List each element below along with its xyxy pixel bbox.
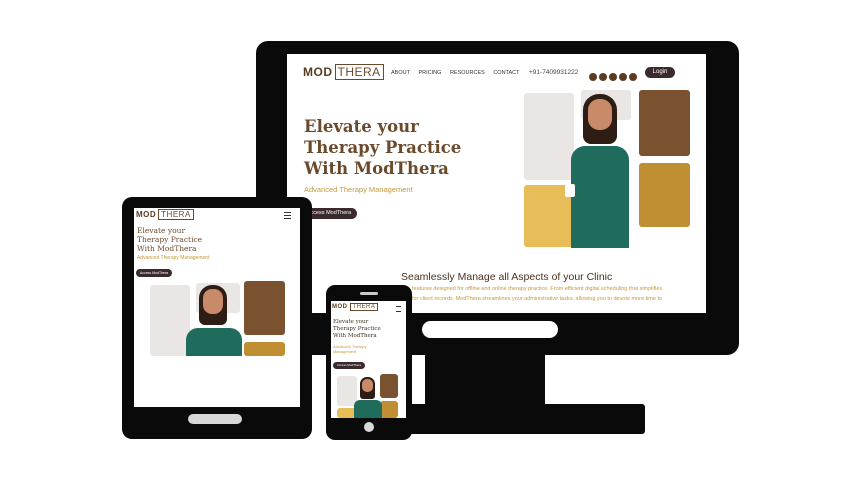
hamburger-menu-icon[interactable]	[284, 212, 291, 219]
nav-resources[interactable]: RESOURCES	[450, 70, 485, 76]
hero-title: Elevate your Therapy Practice With ModTh…	[304, 116, 461, 179]
tablet-access-label: Access ModThera	[139, 271, 169, 275]
phone-access-button[interactable]: Access ModThera	[333, 362, 365, 369]
phone-speaker	[360, 292, 378, 295]
monitor-logo-slot	[422, 321, 558, 338]
logo-mod-text: MOD	[303, 65, 333, 79]
desktop-nav: ABOUT PRICING RESOURCES CONTACT	[391, 70, 527, 76]
social-icons	[587, 68, 637, 86]
phone-hero-subtitle: Advanced Therapy Management	[333, 344, 367, 354]
tablet-hero-subtitle: Advanced Therapy Management	[137, 255, 210, 261]
nav-contact[interactable]: CONTACT	[493, 70, 519, 76]
section-text-line-1: features designed for offline and online…	[412, 286, 663, 292]
tablet-logo-mod: MOD	[136, 210, 157, 219]
therapist-photo	[565, 92, 635, 248]
hero-subtitle: Advanced Therapy Management	[304, 185, 413, 194]
hero-title-line-1: Elevate your	[304, 117, 419, 136]
linkedin-icon[interactable]	[609, 72, 617, 81]
tablet-hero-title-line-1: Elevate your	[137, 226, 186, 235]
tablet-therapist-photo	[184, 284, 246, 356]
phone-hero-title: Elevate your Therapy Practice With ModTh…	[333, 319, 381, 340]
section-heading: Seamlessly Manage all Aspects of your Cl…	[401, 271, 613, 283]
phone-access-label: Access ModThera	[336, 363, 362, 367]
tablet-screen: MOD THERA Elevate your Therapy Practice W…	[134, 208, 300, 407]
instagram-icon[interactable]	[589, 72, 597, 81]
desktop-logo[interactable]: MOD THERA	[303, 64, 384, 80]
tablet-hero-title-line-3: With ModThera	[137, 244, 197, 253]
login-button[interactable]: Login	[645, 67, 675, 78]
tablet-brown-tile	[244, 281, 285, 335]
brown-tile	[639, 90, 690, 156]
phone-hero-title-line-1: Elevate your	[333, 319, 369, 325]
tablet-access-button[interactable]: Access ModThera	[136, 269, 172, 277]
gold-tile-right	[639, 163, 690, 227]
nav-pricing[interactable]: PRICING	[418, 70, 441, 76]
phone-screen: MOD THERA Elevate your Therapy Practice W…	[331, 301, 406, 418]
phone-therapist-photo	[353, 376, 383, 418]
tablet-home-button[interactable]	[188, 414, 242, 424]
phone-logo-thera: THERA	[349, 303, 379, 311]
tablet-logo-thera: THERA	[158, 209, 194, 220]
nav-about[interactable]: ABOUT	[391, 70, 410, 76]
phone-home-button[interactable]	[364, 422, 374, 432]
logo-thera-text: THERA	[334, 64, 384, 80]
desktop-screen: MOD THERA ABOUT PRICING RESOURCES CONTACT…	[287, 54, 706, 313]
access-modthera-label: Access ModThera	[306, 210, 352, 216]
tablet-hero-title: Elevate your Therapy Practice With ModTh…	[137, 226, 202, 253]
section-text-line-2: for client records. ModThera streamlines…	[412, 296, 663, 302]
hero-title-line-3: With ModThera	[304, 159, 449, 178]
twitter-icon[interactable]	[629, 72, 637, 81]
phone-hero-title-line-2: Therapy Practice	[333, 326, 381, 332]
tablet-hero-title-line-2: Therapy Practice	[137, 235, 203, 244]
facebook-icon[interactable]	[619, 72, 627, 81]
hero-title-line-2: Therapy Practice	[304, 138, 462, 157]
phone-subtitle-line-2: Management	[333, 349, 357, 354]
phone-number[interactable]: +91-7409931222	[529, 69, 578, 76]
phone-logo[interactable]: MOD THERA	[332, 303, 379, 311]
phone-logo-mod: MOD	[332, 304, 348, 310]
tablet-logo[interactable]: MOD THERA	[136, 209, 194, 220]
phone-hero-title-line-3: With ModThera	[333, 333, 377, 339]
tablet-gold-tile	[244, 342, 285, 356]
monitor-neck	[425, 352, 545, 412]
youtube-icon[interactable]	[599, 72, 607, 81]
phone-menu-icon[interactable]	[396, 306, 401, 312]
